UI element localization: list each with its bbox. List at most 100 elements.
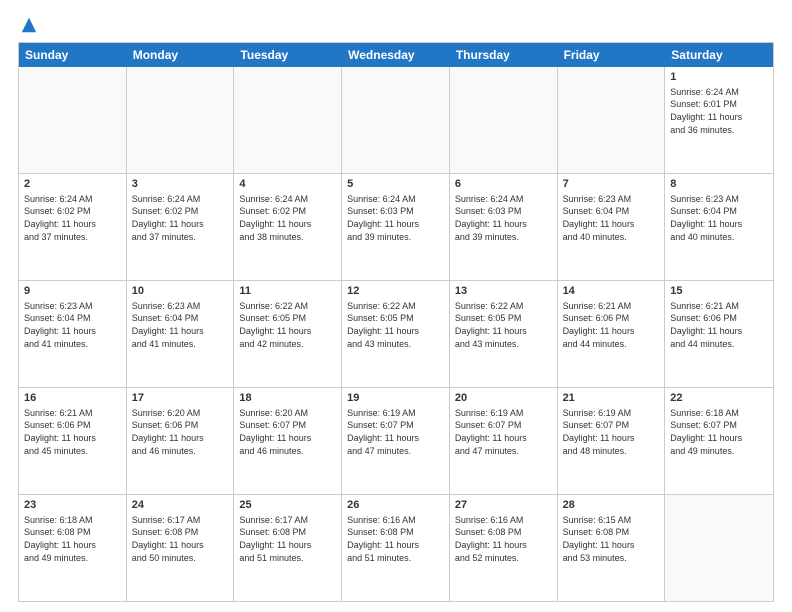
calendar-row-1: 2Sunrise: 6:24 AM Sunset: 6:02 PM Daylig… — [19, 174, 773, 281]
day-info: Sunrise: 6:23 AM Sunset: 6:04 PM Dayligh… — [563, 193, 660, 243]
calendar-cell: 7Sunrise: 6:23 AM Sunset: 6:04 PM Daylig… — [558, 174, 666, 280]
day-number: 18 — [239, 391, 336, 406]
day-info: Sunrise: 6:19 AM Sunset: 6:07 PM Dayligh… — [455, 407, 552, 457]
page: SundayMondayTuesdayWednesdayThursdayFrid… — [0, 0, 792, 612]
day-number: 28 — [563, 498, 660, 513]
day-number: 21 — [563, 391, 660, 406]
day-info: Sunrise: 6:20 AM Sunset: 6:07 PM Dayligh… — [239, 407, 336, 457]
calendar-cell — [342, 67, 450, 173]
calendar-cell: 9Sunrise: 6:23 AM Sunset: 6:04 PM Daylig… — [19, 281, 127, 387]
calendar-row-0: 1Sunrise: 6:24 AM Sunset: 6:01 PM Daylig… — [19, 67, 773, 174]
day-number: 20 — [455, 391, 552, 406]
calendar-cell: 19Sunrise: 6:19 AM Sunset: 6:07 PM Dayli… — [342, 388, 450, 494]
calendar-cell: 21Sunrise: 6:19 AM Sunset: 6:07 PM Dayli… — [558, 388, 666, 494]
day-info: Sunrise: 6:16 AM Sunset: 6:08 PM Dayligh… — [455, 514, 552, 564]
header-day-sunday: Sunday — [19, 43, 127, 67]
calendar-cell — [665, 495, 773, 601]
calendar-cell: 20Sunrise: 6:19 AM Sunset: 6:07 PM Dayli… — [450, 388, 558, 494]
day-number: 1 — [670, 70, 768, 85]
day-number: 5 — [347, 177, 444, 192]
calendar-cell: 1Sunrise: 6:24 AM Sunset: 6:01 PM Daylig… — [665, 67, 773, 173]
day-info: Sunrise: 6:21 AM Sunset: 6:06 PM Dayligh… — [24, 407, 121, 457]
logo-triangle-icon — [20, 16, 38, 34]
day-info: Sunrise: 6:24 AM Sunset: 6:02 PM Dayligh… — [239, 193, 336, 243]
calendar-cell: 15Sunrise: 6:21 AM Sunset: 6:06 PM Dayli… — [665, 281, 773, 387]
calendar-cell: 17Sunrise: 6:20 AM Sunset: 6:06 PM Dayli… — [127, 388, 235, 494]
calendar-cell: 23Sunrise: 6:18 AM Sunset: 6:08 PM Dayli… — [19, 495, 127, 601]
day-info: Sunrise: 6:22 AM Sunset: 6:05 PM Dayligh… — [347, 300, 444, 350]
day-number: 11 — [239, 284, 336, 299]
calendar-cell: 8Sunrise: 6:23 AM Sunset: 6:04 PM Daylig… — [665, 174, 773, 280]
calendar-cell: 6Sunrise: 6:24 AM Sunset: 6:03 PM Daylig… — [450, 174, 558, 280]
day-number: 12 — [347, 284, 444, 299]
calendar-cell: 18Sunrise: 6:20 AM Sunset: 6:07 PM Dayli… — [234, 388, 342, 494]
calendar-cell: 2Sunrise: 6:24 AM Sunset: 6:02 PM Daylig… — [19, 174, 127, 280]
day-number: 25 — [239, 498, 336, 513]
calendar-cell: 3Sunrise: 6:24 AM Sunset: 6:02 PM Daylig… — [127, 174, 235, 280]
day-number: 7 — [563, 177, 660, 192]
calendar-cell: 5Sunrise: 6:24 AM Sunset: 6:03 PM Daylig… — [342, 174, 450, 280]
day-info: Sunrise: 6:24 AM Sunset: 6:02 PM Dayligh… — [132, 193, 229, 243]
day-info: Sunrise: 6:19 AM Sunset: 6:07 PM Dayligh… — [563, 407, 660, 457]
calendar-cell: 26Sunrise: 6:16 AM Sunset: 6:08 PM Dayli… — [342, 495, 450, 601]
calendar-body: 1Sunrise: 6:24 AM Sunset: 6:01 PM Daylig… — [19, 67, 773, 601]
day-info: Sunrise: 6:24 AM Sunset: 6:02 PM Dayligh… — [24, 193, 121, 243]
day-info: Sunrise: 6:21 AM Sunset: 6:06 PM Dayligh… — [563, 300, 660, 350]
day-number: 24 — [132, 498, 229, 513]
day-info: Sunrise: 6:24 AM Sunset: 6:03 PM Dayligh… — [347, 193, 444, 243]
day-info: Sunrise: 6:23 AM Sunset: 6:04 PM Dayligh… — [670, 193, 768, 243]
calendar-cell — [19, 67, 127, 173]
calendar-cell: 22Sunrise: 6:18 AM Sunset: 6:07 PM Dayli… — [665, 388, 773, 494]
day-info: Sunrise: 6:16 AM Sunset: 6:08 PM Dayligh… — [347, 514, 444, 564]
calendar-cell — [127, 67, 235, 173]
day-number: 6 — [455, 177, 552, 192]
logo — [18, 16, 38, 34]
header-day-friday: Friday — [558, 43, 666, 67]
calendar-cell: 27Sunrise: 6:16 AM Sunset: 6:08 PM Dayli… — [450, 495, 558, 601]
day-info: Sunrise: 6:17 AM Sunset: 6:08 PM Dayligh… — [132, 514, 229, 564]
calendar-cell: 28Sunrise: 6:15 AM Sunset: 6:08 PM Dayli… — [558, 495, 666, 601]
day-info: Sunrise: 6:20 AM Sunset: 6:06 PM Dayligh… — [132, 407, 229, 457]
day-number: 4 — [239, 177, 336, 192]
day-number: 16 — [24, 391, 121, 406]
day-number: 22 — [670, 391, 768, 406]
calendar-row-4: 23Sunrise: 6:18 AM Sunset: 6:08 PM Dayli… — [19, 495, 773, 601]
day-number: 3 — [132, 177, 229, 192]
calendar-cell: 4Sunrise: 6:24 AM Sunset: 6:02 PM Daylig… — [234, 174, 342, 280]
calendar-cell — [234, 67, 342, 173]
day-info: Sunrise: 6:22 AM Sunset: 6:05 PM Dayligh… — [239, 300, 336, 350]
day-info: Sunrise: 6:21 AM Sunset: 6:06 PM Dayligh… — [670, 300, 768, 350]
header-day-wednesday: Wednesday — [342, 43, 450, 67]
day-info: Sunrise: 6:24 AM Sunset: 6:01 PM Dayligh… — [670, 86, 768, 136]
calendar-cell — [558, 67, 666, 173]
header-day-tuesday: Tuesday — [234, 43, 342, 67]
calendar-cell: 10Sunrise: 6:23 AM Sunset: 6:04 PM Dayli… — [127, 281, 235, 387]
calendar-cell: 11Sunrise: 6:22 AM Sunset: 6:05 PM Dayli… — [234, 281, 342, 387]
calendar-cell: 16Sunrise: 6:21 AM Sunset: 6:06 PM Dayli… — [19, 388, 127, 494]
day-info: Sunrise: 6:22 AM Sunset: 6:05 PM Dayligh… — [455, 300, 552, 350]
calendar-cell: 14Sunrise: 6:21 AM Sunset: 6:06 PM Dayli… — [558, 281, 666, 387]
day-info: Sunrise: 6:19 AM Sunset: 6:07 PM Dayligh… — [347, 407, 444, 457]
day-info: Sunrise: 6:15 AM Sunset: 6:08 PM Dayligh… — [563, 514, 660, 564]
day-info: Sunrise: 6:23 AM Sunset: 6:04 PM Dayligh… — [132, 300, 229, 350]
header-day-monday: Monday — [127, 43, 235, 67]
calendar-header: SundayMondayTuesdayWednesdayThursdayFrid… — [19, 43, 773, 67]
day-number: 15 — [670, 284, 768, 299]
header-day-thursday: Thursday — [450, 43, 558, 67]
day-number: 19 — [347, 391, 444, 406]
header-day-saturday: Saturday — [665, 43, 773, 67]
day-number: 27 — [455, 498, 552, 513]
day-info: Sunrise: 6:23 AM Sunset: 6:04 PM Dayligh… — [24, 300, 121, 350]
day-number: 17 — [132, 391, 229, 406]
day-info: Sunrise: 6:17 AM Sunset: 6:08 PM Dayligh… — [239, 514, 336, 564]
day-number: 14 — [563, 284, 660, 299]
day-number: 13 — [455, 284, 552, 299]
calendar-row-2: 9Sunrise: 6:23 AM Sunset: 6:04 PM Daylig… — [19, 281, 773, 388]
day-number: 9 — [24, 284, 121, 299]
day-number: 23 — [24, 498, 121, 513]
day-info: Sunrise: 6:18 AM Sunset: 6:07 PM Dayligh… — [670, 407, 768, 457]
day-number: 2 — [24, 177, 121, 192]
calendar-cell: 12Sunrise: 6:22 AM Sunset: 6:05 PM Dayli… — [342, 281, 450, 387]
calendar: SundayMondayTuesdayWednesdayThursdayFrid… — [18, 42, 774, 602]
day-number: 8 — [670, 177, 768, 192]
